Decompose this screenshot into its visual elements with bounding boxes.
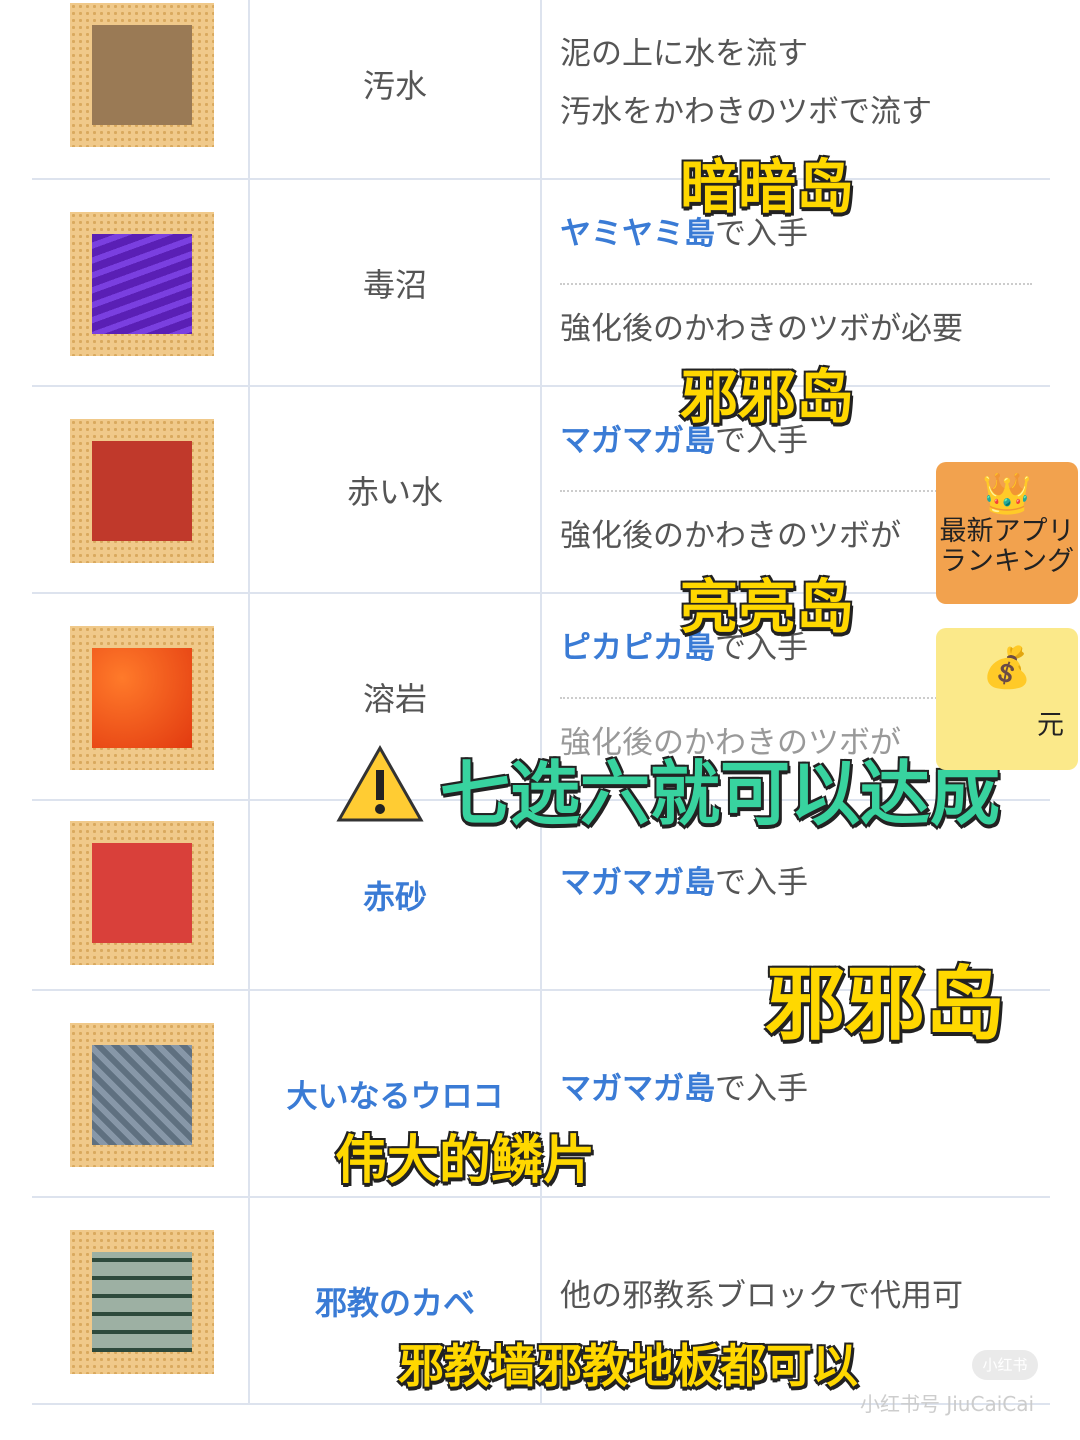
table-row: 汚水 泥の上に水を流す 汚水をかわきのツボで流す [32, 0, 1050, 180]
block-image-cell [32, 387, 250, 592]
caption-overlay: 邪教墙邪教地板都可以 [398, 1339, 858, 1393]
divider [560, 283, 1032, 285]
cult-wall-tile [70, 1230, 214, 1374]
block-name: 汚水 [250, 0, 542, 178]
caption-overlay: 邪邪岛 [765, 958, 1005, 1051]
block-image-cell [32, 1198, 250, 1403]
red-sand-tile [70, 821, 214, 965]
obtain-line: マガマガ島で入手 [560, 1071, 808, 1107]
block-image-cell [32, 180, 250, 385]
reward-button[interactable]: 💰 元 [936, 628, 1078, 770]
watermark-id: 小红书号 JiuCaiCai [860, 1392, 1035, 1416]
red-water-tile [70, 419, 214, 563]
table-row: 赤い水 マガマガ島で入手 強化後のかわきのツボが [32, 387, 1050, 594]
island-link[interactable]: マガマガ島 [560, 1071, 715, 1107]
desc-line: 強化後のかわきのツボが必要 [560, 311, 963, 347]
caption-overlay: 暗暗岛 [680, 153, 855, 221]
obtain-line: マガマガ島で入手 [560, 865, 808, 901]
table-row: 毒沼 ヤミヤミ島で入手 強化後のかわきのツボが必要 [32, 180, 1050, 387]
desc-line: 汚水をかわきのツボで流す [560, 94, 932, 130]
desc-line: 他の邪教系ブロックで代用可 [560, 1278, 963, 1314]
block-image-cell [32, 0, 250, 178]
desc-line: 強化後のかわきのツボが [560, 518, 901, 554]
block-image-cell [32, 594, 250, 799]
block-name: 赤い水 [250, 387, 542, 592]
warning-icon [336, 744, 424, 822]
block-image-cell [32, 801, 250, 989]
warning-caption: 七选六就可以达成 [440, 753, 1000, 835]
caption-overlay: 邪邪岛 [680, 363, 855, 431]
money-bag-icon: 💰 [982, 645, 1032, 691]
watermark-logo: 小红书 [972, 1350, 1038, 1380]
desc-line: 泥の上に水を流す [560, 36, 808, 72]
crown-icon: 👑 [982, 471, 1032, 517]
caption-overlay: 亮亮岛 [680, 573, 855, 641]
lava-tile [70, 626, 214, 770]
poison-swamp-tile [70, 212, 214, 356]
dirty-water-tile [70, 3, 214, 147]
island-link[interactable]: マガマガ島 [560, 865, 715, 901]
block-name: 毒沼 [250, 180, 542, 385]
app-ranking-button[interactable]: 👑 最新アプリ ランキング [936, 462, 1078, 604]
caption-overlay: 伟大的鳞片 [335, 1131, 596, 1191]
block-image-cell [32, 991, 250, 1196]
great-scale-tile [70, 1023, 214, 1167]
